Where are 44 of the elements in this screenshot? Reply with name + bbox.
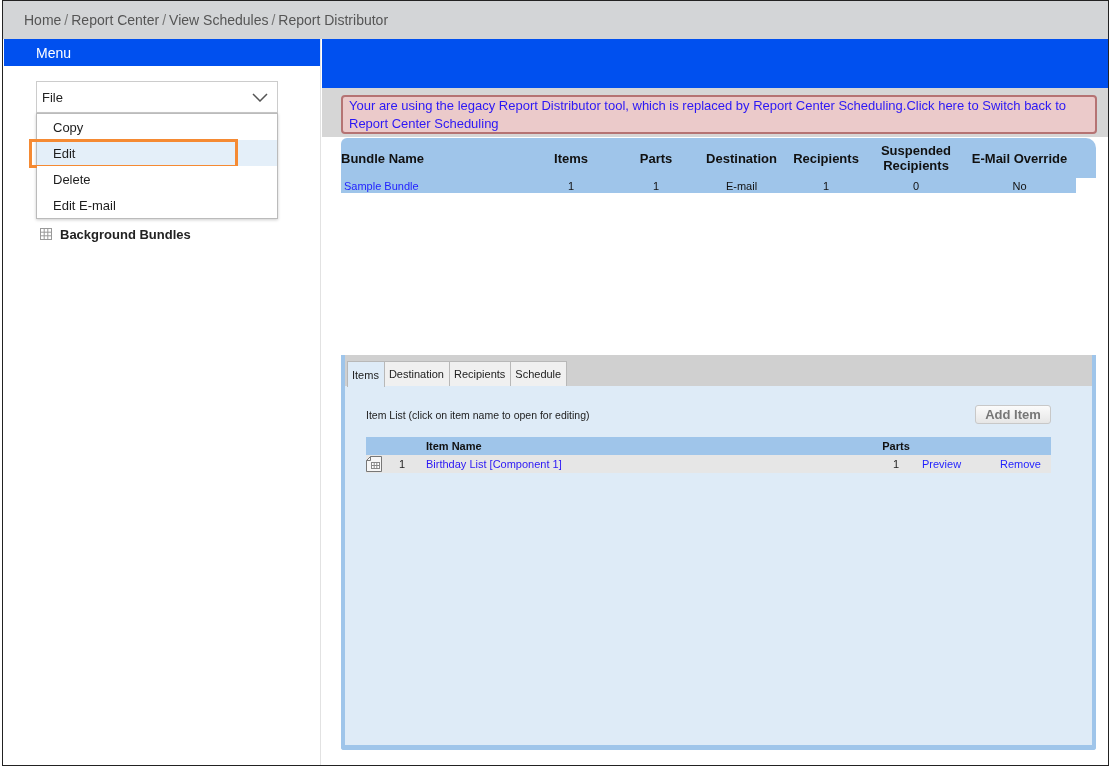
tab[interactable]: Recipients (448, 361, 512, 386)
column-header: Recipients (792, 150, 860, 166)
item-link[interactable]: Birthday List [Component 1] (426, 458, 562, 470)
breadcrumb-link[interactable]: Report Center (71, 12, 160, 28)
menu-header: Menu (4, 39, 320, 66)
file-dropdown[interactable]: File (36, 81, 278, 113)
tab[interactable]: Schedule (510, 361, 568, 386)
table-cell-text: 0 (911, 179, 921, 192)
table-cell-text: 1 (566, 179, 576, 192)
column-header: Items (553, 150, 589, 166)
notice-link[interactable]: Your are using the legacy Report Distributor tool, which is replaced by Report Center Scheduling.Click here to Switch back to Report Center Scheduling (349, 97, 1089, 132)
breadcrumb-link[interactable]: View Schedules (169, 12, 269, 28)
dropdown-option[interactable]: Copy (37, 114, 277, 140)
table-cell-text: E-mail (724, 179, 759, 192)
column-header: E-Mail Override (970, 150, 1069, 166)
table-cell-text: 1 (651, 179, 661, 192)
grid-icon (40, 228, 52, 240)
column-header: Suspended Recipients (879, 143, 953, 173)
table-cell-text: No (1011, 179, 1028, 192)
tab[interactable]: Items (347, 361, 385, 387)
breadcrumb-separator: / (162, 12, 167, 28)
column-header: Parts (638, 150, 674, 166)
table-cell: 1 (892, 458, 900, 470)
item-list-caption: Item List (click on item name to open for editing) (366, 408, 590, 421)
chevron-down-icon (252, 92, 268, 102)
breadcrumb-separator: / (271, 12, 276, 28)
table-cell: 1 (398, 458, 406, 470)
breadcrumb-link[interactable]: Home (24, 12, 62, 28)
dropdown-option[interactable]: Edit E-mail (37, 192, 277, 218)
column-header: Bundle Name (341, 150, 426, 166)
remove-link[interactable]: Remove (1000, 458, 1041, 470)
sidebar-item[interactable]: Background Bundles (40, 225, 191, 243)
preview-link[interactable]: Preview (922, 458, 962, 470)
dropdown-option[interactable]: Delete (37, 166, 277, 192)
add-item-button[interactable]: Add Item (975, 405, 1051, 424)
column-header: Item Name (425, 440, 482, 452)
column-header: Destination (705, 150, 778, 166)
column-header: Parts (882, 440, 910, 452)
breadcrumb-separator: / (64, 12, 69, 28)
document-grid-icon (366, 456, 382, 472)
tab[interactable]: Destination (383, 361, 450, 386)
breadcrumb-current: Report Distributor (278, 12, 389, 28)
bundle-link[interactable]: Sample Bundle (341, 179, 419, 192)
table-cell-text: 1 (821, 179, 831, 192)
